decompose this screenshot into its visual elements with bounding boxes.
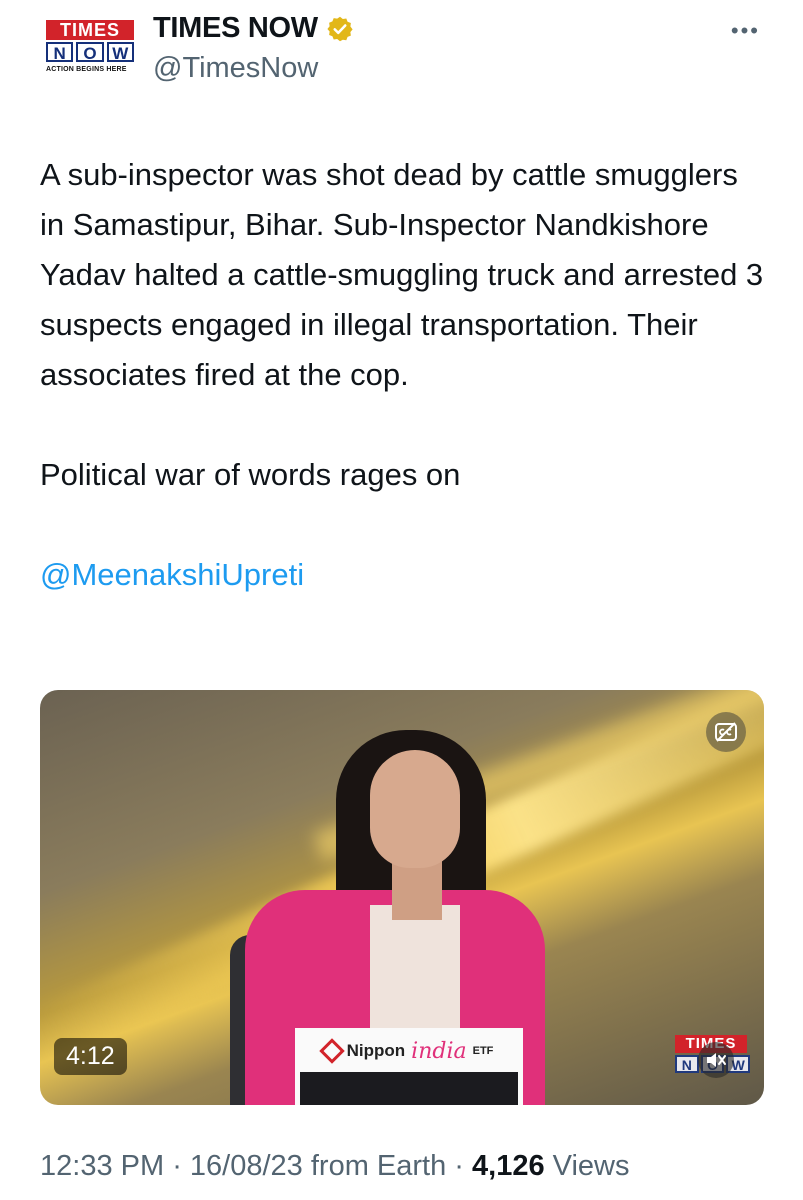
sponsor-suffix: ETF — [472, 1045, 494, 1057]
video-player[interactable]: Nippon india ETF 4:12 TIMES N O W — [40, 690, 764, 1105]
logo-now-text: N O W — [46, 42, 134, 63]
tweet-paragraph-2: Political war of words rages on — [40, 457, 461, 492]
account-handle[interactable]: @TimesNow — [153, 52, 318, 85]
more-options-icon[interactable]: ••• — [731, 18, 760, 44]
display-name[interactable]: TIMES NOW — [153, 12, 318, 45]
tweet-time[interactable]: 12:33 PM — [40, 1150, 164, 1182]
views-count[interactable]: 4,126 — [472, 1150, 545, 1182]
views-label: Views — [544, 1150, 630, 1182]
tweet-paragraph-1: A sub-inspector was shot dead by cattle … — [40, 157, 764, 392]
closed-captions-icon[interactable] — [706, 712, 746, 752]
tweet-date[interactable]: 16/08/23 — [190, 1150, 303, 1182]
tweet-metadata: 12:33 PM · 16/08/23 from Earth · 4,126 V… — [40, 1150, 630, 1182]
name-row: TIMES NOW — [153, 12, 354, 45]
mention-link[interactable]: @MeenakshiUpreti — [40, 550, 770, 600]
speaker-muted-icon[interactable] — [698, 1042, 734, 1078]
times-now-avatar-logo[interactable]: TIMES N O W ACTION BEGINS HERE — [46, 20, 136, 82]
sponsor-brand-india: india — [411, 1038, 467, 1064]
anchor-top — [370, 905, 460, 1035]
sponsor-banner: Nippon india ETF — [302, 1036, 514, 1066]
gold-verified-badge-icon[interactable] — [326, 15, 354, 43]
tweet-source: from Earth — [302, 1150, 447, 1182]
tweet-header: TIMES N O W ACTION BEGINS HERE TIMES NOW… — [40, 12, 770, 92]
tweet-text: A sub-inspector was shot dead by cattle … — [40, 150, 770, 600]
video-duration: 4:12 — [54, 1038, 127, 1075]
sponsor-brand: Nippon — [346, 1041, 406, 1060]
logo-tagline: ACTION BEGINS HERE — [46, 66, 127, 73]
nippon-logo-icon — [318, 1038, 345, 1064]
anchor-neck — [392, 860, 442, 920]
anchor-face — [370, 750, 460, 868]
news-desk-base — [300, 1072, 518, 1105]
logo-times-text: TIMES — [46, 20, 134, 40]
